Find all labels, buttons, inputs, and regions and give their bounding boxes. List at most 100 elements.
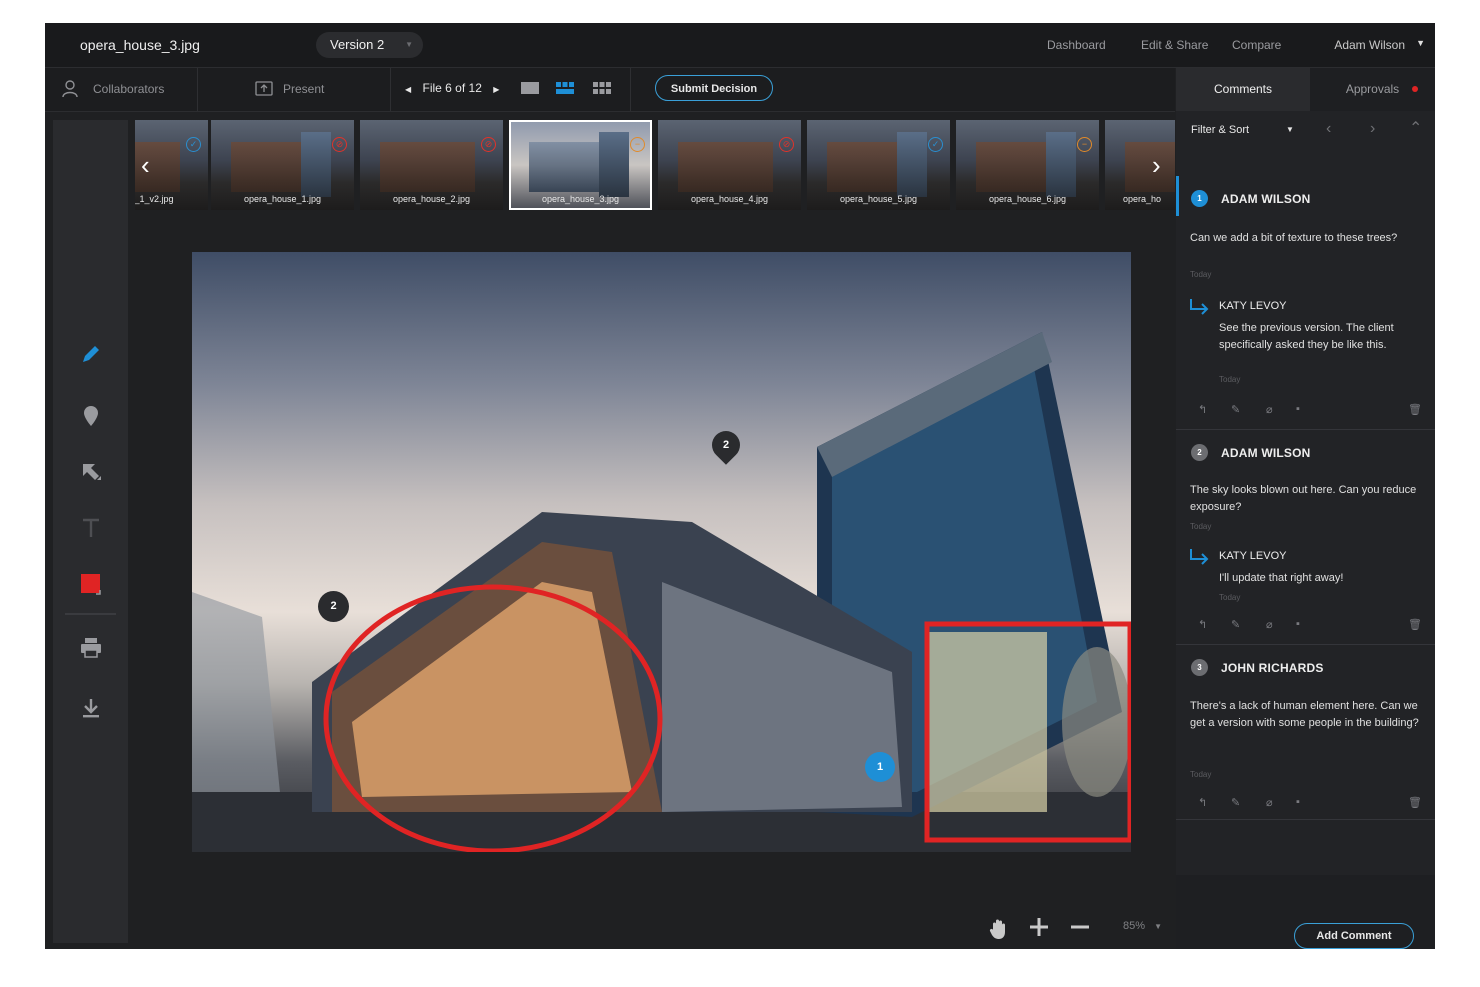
comment-actions: ↰ ✎ ⌀ ▪ 🗑 (1196, 796, 1422, 810)
thumbnail-label: opera_house_4.jpg (690, 194, 769, 204)
delete-icon[interactable]: 🗑 (1408, 796, 1422, 809)
annotation-rectangle[interactable] (924, 621, 1131, 843)
reply-text: See the previous version. The client spe… (1219, 322, 1394, 351)
nav-dashboard[interactable]: Dashboard (1047, 38, 1106, 52)
filter-sort-dropdown[interactable]: Filter & Sort (1191, 124, 1249, 136)
image-icon[interactable]: ▪ (1296, 796, 1300, 808)
annotation-ellipse[interactable] (323, 584, 663, 852)
comment-thread-1[interactable]: 1 ADAM WILSON Can we add a bit of textur… (1176, 176, 1435, 430)
thumbnail[interactable]: opera_house_2.jpg ⊘ (360, 120, 503, 210)
delete-icon[interactable]: 🗑 (1408, 618, 1422, 631)
thumbnail-image (1125, 142, 1175, 192)
collapse-icon[interactable]: ⌃ (1409, 118, 1422, 138)
grid-view-icon[interactable] (593, 82, 611, 94)
comment-author: ADAM WILSON (1221, 192, 1311, 206)
thumbnail[interactable]: opera_house_4.jpg ⊘ (658, 120, 801, 210)
edit-icon[interactable]: ✎ (1231, 618, 1240, 631)
zoom-level[interactable]: 85% ▼ (1123, 920, 1162, 932)
present-button[interactable]: Present (283, 82, 324, 96)
thumbnail[interactable]: opera_house_6.jpg − (956, 120, 1099, 210)
thumbnail-label: opera_house_1.jpg (243, 194, 322, 204)
pending-icon: − (1077, 137, 1092, 152)
thumbnail-strip: _1_v2.jpg ✓ opera_house_1.jpg ⊘ opera_ho… (135, 120, 1175, 210)
thumbnail-label: opera_house_6.jpg (988, 194, 1067, 204)
edit-icon[interactable]: ✎ (1231, 403, 1240, 416)
color-swatch-icon[interactable] (79, 572, 103, 596)
comment-number: 3 (1191, 659, 1208, 676)
reply-arrow-icon (1190, 299, 1209, 315)
comment-marker-1[interactable]: 1 (865, 752, 895, 782)
next-file-icon[interactable]: ▶ (493, 85, 499, 94)
comment-author: JOHN RICHARDS (1221, 661, 1324, 675)
attach-icon[interactable]: ⌀ (1266, 796, 1273, 809)
image-icon[interactable]: ▪ (1296, 618, 1300, 630)
nav-compare[interactable]: Compare (1232, 38, 1281, 52)
rejected-icon: ⊘ (481, 137, 496, 152)
chevron-down-icon[interactable]: ▼ (1286, 125, 1294, 134)
attach-icon[interactable]: ⌀ (1266, 403, 1273, 416)
chevron-down-icon[interactable]: ▼ (1416, 38, 1425, 48)
divider (65, 613, 116, 615)
version-dropdown[interactable]: Version 2 ▼ (316, 32, 423, 58)
filmstrip-view-icon[interactable] (556, 82, 574, 94)
rejected-icon: ⊘ (332, 137, 347, 152)
thumbnail[interactable]: opera_ho (1105, 120, 1175, 210)
reply-icon[interactable]: ↰ (1198, 796, 1207, 809)
download-icon[interactable] (79, 696, 103, 720)
comment-time: Today (1190, 522, 1212, 531)
annotation-layer (323, 584, 1131, 852)
comment-number: 2 (1191, 444, 1208, 461)
chevron-right-icon[interactable]: › (1152, 150, 1161, 181)
user-menu[interactable]: Adam Wilson (1334, 38, 1405, 52)
submit-decision-button[interactable]: Submit Decision (655, 75, 773, 101)
thumbnail-active[interactable]: opera_house_3.jpg − (509, 120, 652, 210)
rejected-icon: ⊘ (779, 137, 794, 152)
approved-icon: ✓ (186, 137, 201, 152)
image-icon[interactable]: ▪ (1296, 403, 1300, 415)
single-view-icon[interactable] (521, 82, 539, 94)
thumbnail-image (380, 142, 475, 192)
pending-icon: − (630, 137, 645, 152)
image-canvas[interactable]: 2 2 1 (192, 252, 1131, 852)
comment-thread-3[interactable]: 3 JOHN RICHARDS There's a lack of human … (1176, 645, 1435, 820)
attach-icon[interactable]: ⌀ (1266, 618, 1273, 631)
pencil-icon[interactable] (79, 342, 103, 366)
comment-actions: ↰ ✎ ⌀ ▪ 🗑 (1196, 403, 1422, 417)
notification-dot (1412, 86, 1418, 92)
thumbnail[interactable]: opera_house_5.jpg ✓ (807, 120, 950, 210)
reply-icon[interactable]: ↰ (1198, 618, 1207, 631)
file-navigator: ◀ File 6 of 12 ▶ (405, 81, 499, 95)
pin-icon[interactable] (79, 404, 103, 428)
chevron-down-icon: ▼ (1154, 922, 1163, 931)
toolbar: Collaborators Present ◀ File 6 of 12 ▶ S… (45, 68, 1175, 112)
edit-icon[interactable]: ✎ (1231, 796, 1240, 809)
collaborators-button[interactable]: Collaborators (93, 82, 164, 96)
arrow-tool-icon[interactable] (79, 460, 103, 484)
thumbnail-label: _1_v2.jpg (135, 194, 174, 204)
thumbnail[interactable]: opera_house_1.jpg ⊘ (211, 120, 354, 210)
present-icon (255, 81, 273, 96)
app-window: opera_house_3.jpg Version 2 ▼ Dashboard … (45, 23, 1435, 949)
reply-author: KATY LEVOY (1219, 550, 1287, 562)
chevron-right-icon[interactable]: › (1370, 120, 1375, 138)
hand-icon[interactable] (989, 918, 1009, 940)
print-icon[interactable] (79, 636, 103, 660)
delete-icon[interactable]: 🗑 (1408, 403, 1422, 416)
prev-file-icon[interactable]: ◀ (405, 85, 411, 94)
text-tool-icon[interactable] (79, 516, 103, 540)
top-bar: opera_house_3.jpg Version 2 ▼ Dashboard … (45, 23, 1435, 68)
chevron-left-icon[interactable]: ‹ (1326, 120, 1331, 138)
nav-edit-share[interactable]: Edit & Share (1141, 38, 1208, 52)
chevron-left-icon[interactable]: ‹ (141, 150, 150, 181)
zoom-out-icon[interactable] (1069, 916, 1091, 938)
version-label: Version 2 (330, 37, 385, 52)
comment-marker-2[interactable]: 2 (318, 591, 349, 622)
zoom-in-icon[interactable] (1028, 916, 1050, 938)
approved-icon: ✓ (928, 137, 943, 152)
add-comment-button[interactable]: Add Comment (1294, 923, 1414, 949)
reply-author: KATY LEVOY (1219, 300, 1287, 312)
comment-thread-2[interactable]: 2 ADAM WILSON The sky looks blown out he… (1176, 430, 1435, 645)
reply-icon[interactable]: ↰ (1198, 403, 1207, 416)
tab-comments[interactable]: Comments (1176, 68, 1310, 111)
reply-arrow-icon (1190, 549, 1209, 565)
